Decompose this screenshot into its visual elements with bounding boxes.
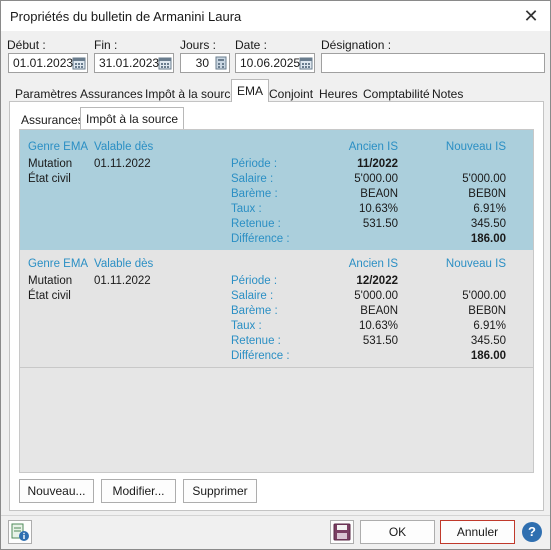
valable-date: 01.11.2022 xyxy=(94,158,151,170)
calendar-icon[interactable] xyxy=(299,56,313,70)
date-value: 10.06.2025 xyxy=(240,56,301,70)
header-genre: Genre EMA xyxy=(28,141,89,153)
difference-label: Différence : xyxy=(231,350,290,362)
header-valable: Valable dès xyxy=(94,258,154,270)
date-field[interactable]: 10.06.2025 xyxy=(235,53,315,73)
header-nouveau: Nouveau IS xyxy=(445,141,506,153)
info-button[interactable] xyxy=(8,520,32,544)
jours-label: Jours : xyxy=(180,38,217,52)
genre-mutation: Mutation xyxy=(28,158,73,170)
fin-value: 31.01.2023 xyxy=(99,56,160,70)
retenue-new: 345.50 xyxy=(470,335,506,347)
help-icon[interactable]: ? xyxy=(522,522,542,542)
header-valable: Valable dès xyxy=(94,141,154,153)
valable-date: 01.11.2022 xyxy=(94,275,151,287)
debut-value: 01.01.2023 xyxy=(13,56,74,70)
difference-label: Différence : xyxy=(231,233,290,245)
header-genre: Genre EMA xyxy=(28,258,89,270)
periode-label: Période : xyxy=(231,158,278,170)
taux-label: Taux : xyxy=(231,320,262,332)
periode-label: Période : xyxy=(231,275,278,287)
nouveau-button[interactable]: Nouveau... xyxy=(19,479,94,503)
bareme-new: BEB0N xyxy=(468,188,506,200)
retenue-label: Retenue : xyxy=(231,335,281,347)
genre-etat-civil: État civil xyxy=(28,290,71,302)
document-info-icon xyxy=(11,523,29,541)
window-title: Propriétés du bulletin de Armanini Laura xyxy=(10,9,242,24)
bareme-old: BEA0N xyxy=(360,188,398,200)
header-ancien: Ancien IS xyxy=(348,141,398,153)
difference-value: 186.00 xyxy=(470,350,506,362)
close-icon[interactable]: ✕ xyxy=(520,5,542,27)
taux-label: Taux : xyxy=(231,203,262,215)
taux-new: 6.91% xyxy=(473,320,506,332)
taux-old: 10.63% xyxy=(358,203,398,215)
difference-value: 186.00 xyxy=(470,233,506,245)
retenue-old: 531.50 xyxy=(362,218,398,230)
retenue-label: Retenue : xyxy=(231,218,281,230)
save-button[interactable] xyxy=(330,520,354,544)
ema-list[interactable]: Genre EMA Valable dès Ancien IS Nouveau … xyxy=(19,129,534,473)
annuler-button[interactable]: Annuler xyxy=(440,520,515,544)
retenue-old: 531.50 xyxy=(362,335,398,347)
salaire-old: 5'000.00 xyxy=(354,290,398,302)
fin-label: Fin : xyxy=(94,38,118,52)
salaire-old: 5'000.00 xyxy=(354,173,398,185)
debut-field[interactable]: 01.01.2023 xyxy=(8,53,88,73)
bareme-old: BEA0N xyxy=(360,305,398,317)
salaire-new: 5'000.00 xyxy=(462,173,506,185)
dialog-window: Propriétés du bulletin de Armanini Laura… xyxy=(0,0,551,550)
calendar-icon[interactable] xyxy=(158,56,172,70)
ok-button[interactable]: OK xyxy=(360,520,435,544)
calculator-icon[interactable] xyxy=(214,56,228,70)
periode-value: 12/2022 xyxy=(356,275,398,287)
subtab-impot-source[interactable]: Impôt à la source xyxy=(80,107,185,129)
genre-etat-civil: État civil xyxy=(28,173,71,185)
debut-label: Début : xyxy=(7,38,46,52)
jours-value: 30 xyxy=(195,56,209,70)
bareme-label: Barème : xyxy=(231,305,278,317)
header-nouveau: Nouveau IS xyxy=(445,258,506,270)
tab-ema[interactable]: EMA xyxy=(231,79,270,102)
genre-mutation: Mutation xyxy=(28,275,73,287)
calendar-icon[interactable] xyxy=(72,56,86,70)
subtab-assurances[interactable]: Assurances xyxy=(21,113,84,127)
retenue-new: 345.50 xyxy=(470,218,506,230)
list-item[interactable]: Genre EMA Valable dès Ancien IS Nouveau … xyxy=(20,250,533,368)
save-icon xyxy=(333,523,351,541)
title-bar: Propriétés du bulletin de Armanini Laura… xyxy=(1,1,550,31)
modifier-button[interactable]: Modifier... xyxy=(101,479,176,503)
periode-value: 11/2022 xyxy=(357,158,398,170)
supprimer-button[interactable]: Supprimer xyxy=(183,479,257,503)
header-ancien: Ancien IS xyxy=(348,258,398,270)
date-label: Date : xyxy=(235,38,268,52)
bareme-label: Barème : xyxy=(231,188,278,200)
designation-label: Désignation : xyxy=(321,38,392,52)
list-item[interactable]: Genre EMA Valable dès Ancien IS Nouveau … xyxy=(20,130,533,250)
salaire-label: Salaire : xyxy=(231,173,274,185)
taux-new: 6.91% xyxy=(473,203,506,215)
jours-field[interactable]: 30 xyxy=(180,53,230,73)
taux-old: 10.63% xyxy=(358,320,398,332)
fin-field[interactable]: 31.01.2023 xyxy=(94,53,174,73)
designation-field[interactable] xyxy=(321,53,545,73)
salaire-new: 5'000.00 xyxy=(462,290,506,302)
salaire-label: Salaire : xyxy=(231,290,274,302)
bareme-new: BEB0N xyxy=(468,305,506,317)
